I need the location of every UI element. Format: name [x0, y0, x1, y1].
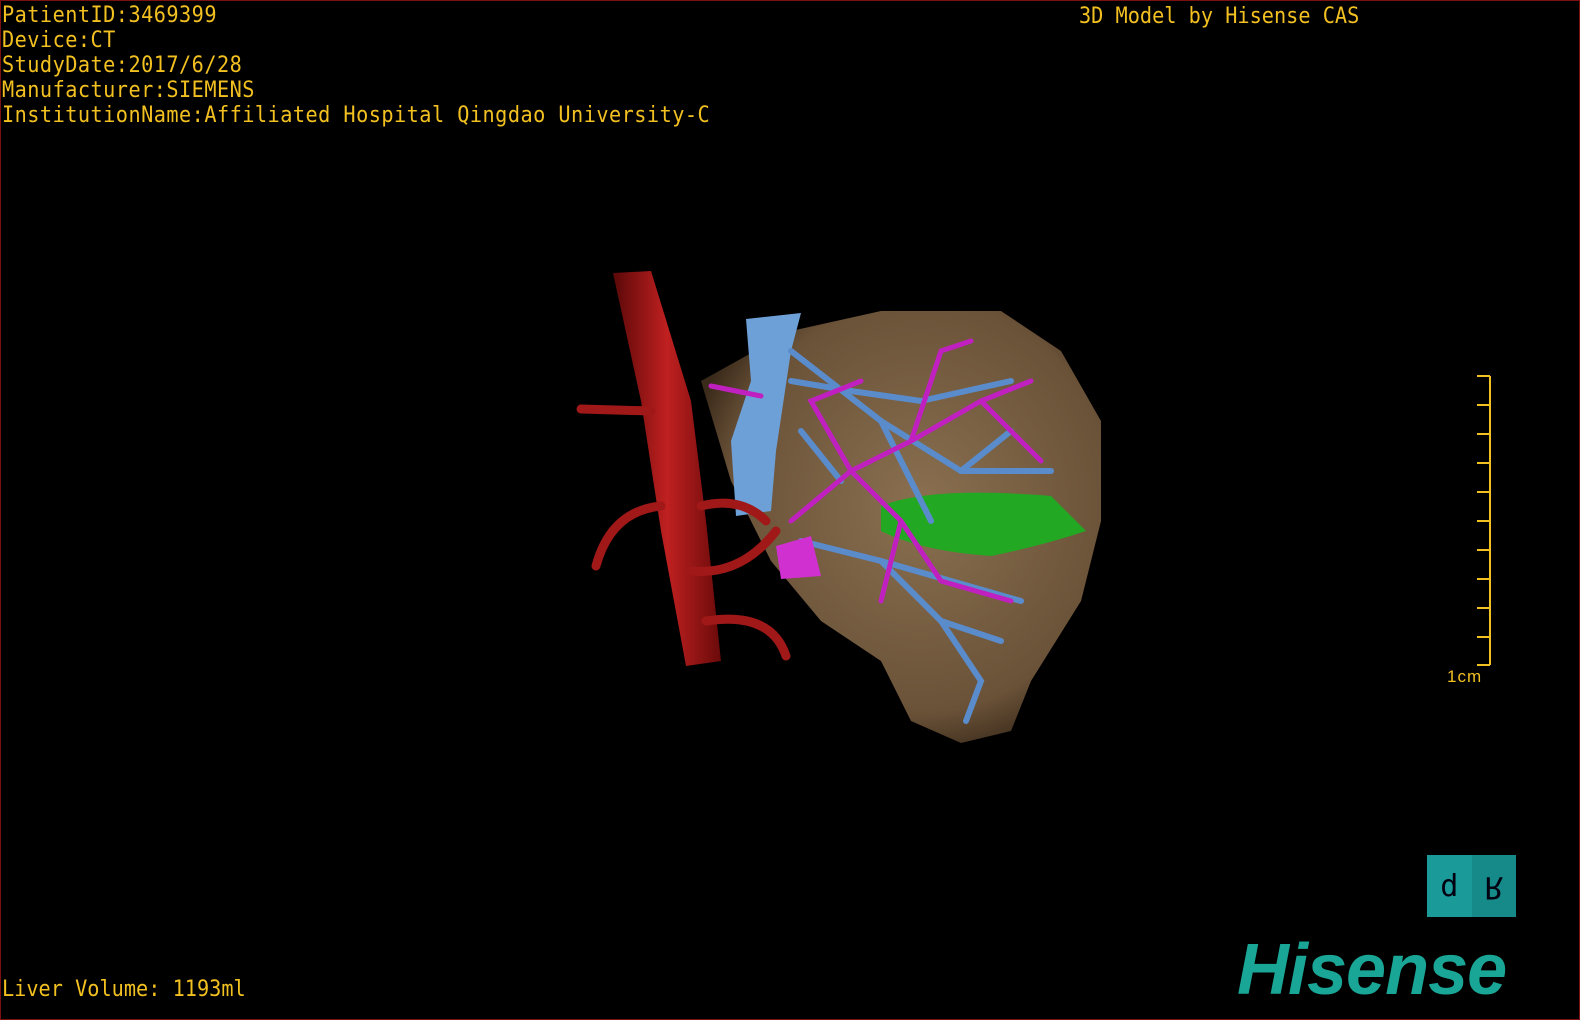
hisense-logo: Hisense [1237, 930, 1507, 1010]
aorta [613, 271, 721, 666]
orientation-cube[interactable]: d R [1427, 855, 1516, 917]
cube-face-left[interactable]: d [1427, 855, 1472, 917]
3d-viewport[interactable]: PatientID:3469399 Device:CT StudyDate:20… [0, 0, 1580, 1020]
manufacturer: Manufacturer:SIEMENS [2, 78, 255, 103]
device: Device:CT [2, 28, 116, 53]
patient-id: PatientID:3469399 [2, 3, 217, 28]
liver-volume: Liver Volume: 1193ml [2, 977, 246, 1002]
cube-face-right[interactable]: R [1471, 855, 1516, 917]
cube-right-label: R [1484, 868, 1503, 904]
institution-name: InstitutionName:Affiliated Hospital Qing… [2, 103, 711, 128]
study-date: StudyDate:2017/6/28 [2, 53, 243, 78]
scale-label: 1cm [1447, 667, 1483, 686]
patient-info-overlay: PatientID:3469399 Device:CT StudyDate:20… [2, 3, 710, 128]
cube-left-label: d [1440, 868, 1459, 904]
model-credit: 3D Model by Hisense CAS [1079, 4, 1360, 29]
3d-liver-model[interactable] [1, 1, 1580, 1020]
scale-bar [1477, 375, 1491, 666]
